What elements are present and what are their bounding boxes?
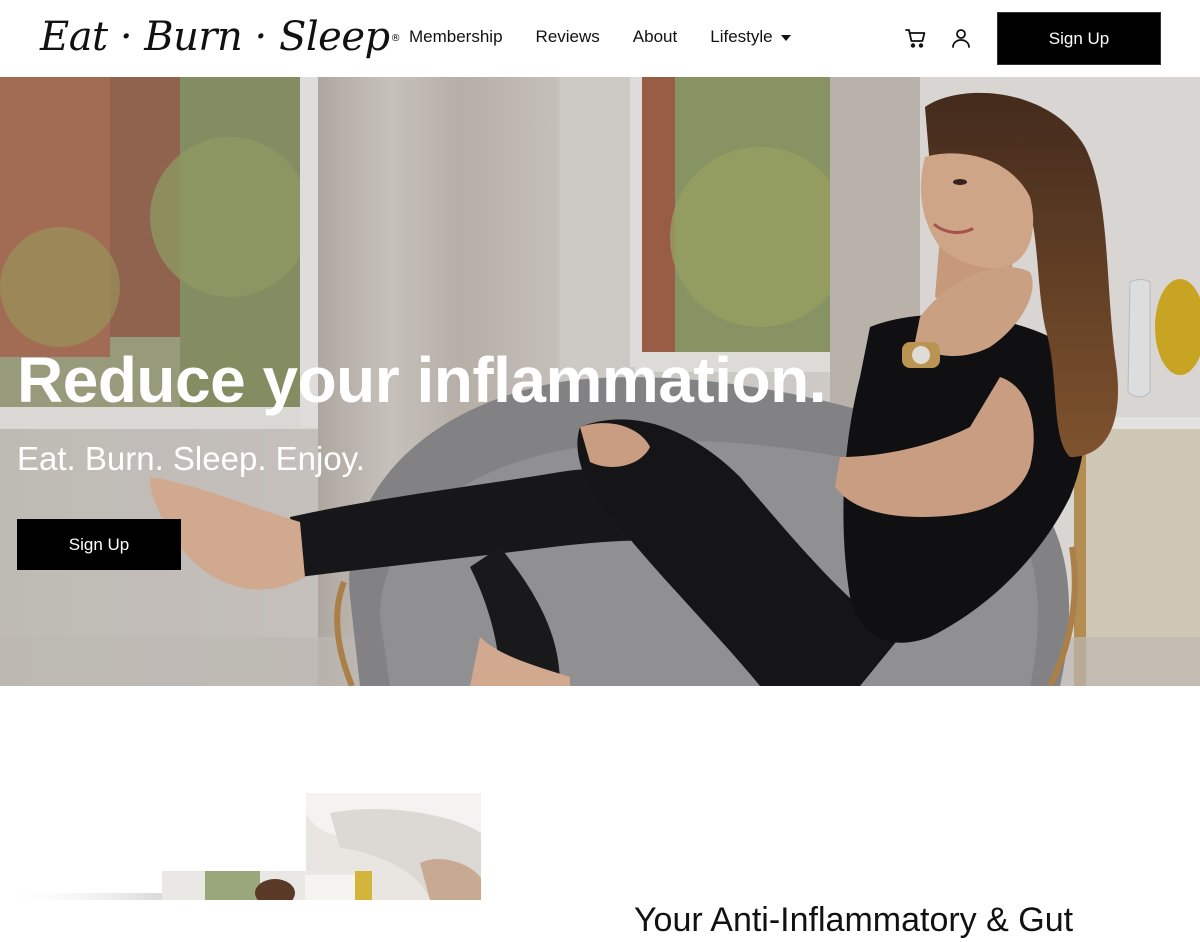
header-signup-button[interactable]: Sign Up <box>997 12 1161 65</box>
nav-reviews[interactable]: Reviews <box>536 25 600 49</box>
nav-lifestyle[interactable]: Lifestyle <box>710 25 791 49</box>
cart-icon[interactable] <box>904 26 928 50</box>
section-heading: Your Anti-Inflammatory & Gut <box>634 901 1074 940</box>
nav-lifestyle-label: Lifestyle <box>710 27 773 46</box>
site-logo[interactable]: Eat · Burn · Sleep® <box>40 12 401 62</box>
site-header: Eat · Burn · Sleep® Membership Reviews A… <box>0 0 1200 77</box>
main-nav: Membership Reviews About Lifestyle <box>409 25 791 49</box>
logo-text: Eat · Burn · Sleep <box>40 14 390 60</box>
caret-down-icon <box>780 34 791 41</box>
user-icon[interactable] <box>949 26 973 50</box>
hero-title: Reduce your inflammation. <box>17 344 826 416</box>
nav-about[interactable]: About <box>633 25 677 49</box>
hero-signup-button[interactable]: Sign Up <box>17 519 181 570</box>
hero-subtitle: Eat. Burn. Sleep. Enjoy. <box>17 440 365 477</box>
hero-section: Reduce your inflammation. Eat. Burn. Sle… <box>0 77 1200 686</box>
registered-mark: ® <box>390 33 401 44</box>
photo-collage <box>0 793 490 907</box>
collage-image <box>0 793 481 907</box>
nav-membership[interactable]: Membership <box>409 25 503 49</box>
